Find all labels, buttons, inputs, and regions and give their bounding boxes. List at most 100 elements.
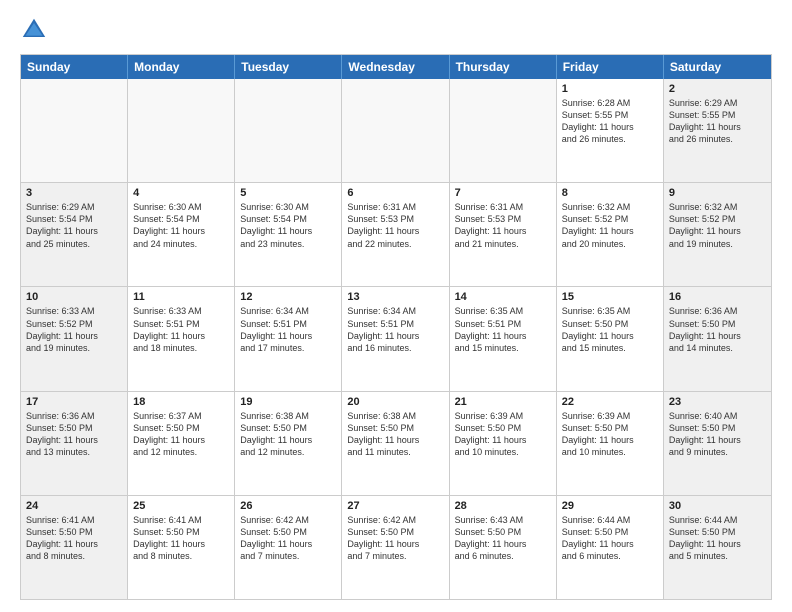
day-number: 18 bbox=[133, 396, 229, 408]
calendar-cell: 25 Sunrise: 6:41 AM Sunset: 5:50 PM Dayli… bbox=[128, 496, 235, 599]
day-info: Sunrise: 6:41 AM Sunset: 5:50 PM Dayligh… bbox=[133, 514, 229, 563]
day-number: 28 bbox=[455, 500, 551, 512]
day-number: 22 bbox=[562, 396, 658, 408]
day-info: Sunrise: 6:31 AM Sunset: 5:53 PM Dayligh… bbox=[347, 201, 443, 250]
weekday-header: Tuesday bbox=[235, 55, 342, 79]
weekday-header: Saturday bbox=[664, 55, 771, 79]
day-number: 29 bbox=[562, 500, 658, 512]
day-info: Sunrise: 6:44 AM Sunset: 5:50 PM Dayligh… bbox=[669, 514, 766, 563]
calendar-cell: 10 Sunrise: 6:33 AM Sunset: 5:52 PM Dayli… bbox=[21, 287, 128, 390]
day-info: Sunrise: 6:44 AM Sunset: 5:50 PM Dayligh… bbox=[562, 514, 658, 563]
calendar-cell bbox=[128, 79, 235, 182]
day-info: Sunrise: 6:31 AM Sunset: 5:53 PM Dayligh… bbox=[455, 201, 551, 250]
day-number: 30 bbox=[669, 500, 766, 512]
day-number: 3 bbox=[26, 187, 122, 199]
calendar-cell: 28 Sunrise: 6:43 AM Sunset: 5:50 PM Dayli… bbox=[450, 496, 557, 599]
day-info: Sunrise: 6:33 AM Sunset: 5:52 PM Dayligh… bbox=[26, 305, 122, 354]
day-number: 27 bbox=[347, 500, 443, 512]
weekday-header: Thursday bbox=[450, 55, 557, 79]
calendar-row: 3 Sunrise: 6:29 AM Sunset: 5:54 PM Daylig… bbox=[21, 182, 771, 286]
day-number: 24 bbox=[26, 500, 122, 512]
calendar-row: 17 Sunrise: 6:36 AM Sunset: 5:50 PM Dayli… bbox=[21, 391, 771, 495]
calendar-cell: 3 Sunrise: 6:29 AM Sunset: 5:54 PM Daylig… bbox=[21, 183, 128, 286]
calendar-row: 24 Sunrise: 6:41 AM Sunset: 5:50 PM Dayli… bbox=[21, 495, 771, 599]
day-info: Sunrise: 6:34 AM Sunset: 5:51 PM Dayligh… bbox=[347, 305, 443, 354]
calendar: SundayMondayTuesdayWednesdayThursdayFrid… bbox=[20, 54, 772, 600]
day-info: Sunrise: 6:37 AM Sunset: 5:50 PM Dayligh… bbox=[133, 410, 229, 459]
logo-icon bbox=[20, 16, 48, 44]
day-info: Sunrise: 6:36 AM Sunset: 5:50 PM Dayligh… bbox=[26, 410, 122, 459]
calendar-cell: 1 Sunrise: 6:28 AM Sunset: 5:55 PM Daylig… bbox=[557, 79, 664, 182]
day-info: Sunrise: 6:32 AM Sunset: 5:52 PM Dayligh… bbox=[669, 201, 766, 250]
day-number: 7 bbox=[455, 187, 551, 199]
header bbox=[20, 16, 772, 44]
calendar-cell bbox=[342, 79, 449, 182]
calendar-cell: 12Sunrise: 6:34 AM Sunset: 5:51 PM Dayli… bbox=[235, 287, 342, 390]
day-info: Sunrise: 6:36 AM Sunset: 5:50 PM Dayligh… bbox=[669, 305, 766, 354]
day-info: Sunrise: 6:34 AM Sunset: 5:51 PM Dayligh… bbox=[240, 305, 336, 354]
calendar-cell: 20 Sunrise: 6:38 AM Sunset: 5:50 PM Dayli… bbox=[342, 392, 449, 495]
day-info: Sunrise: 6:39 AM Sunset: 5:50 PM Dayligh… bbox=[455, 410, 551, 459]
calendar-row: 10 Sunrise: 6:33 AM Sunset: 5:52 PM Dayli… bbox=[21, 286, 771, 390]
calendar-cell: 6 Sunrise: 6:31 AM Sunset: 5:53 PM Daylig… bbox=[342, 183, 449, 286]
day-number: 17 bbox=[26, 396, 122, 408]
weekday-header: Wednesday bbox=[342, 55, 449, 79]
calendar-cell: 9Sunrise: 6:32 AM Sunset: 5:52 PM Daylig… bbox=[664, 183, 771, 286]
day-info: Sunrise: 6:35 AM Sunset: 5:51 PM Dayligh… bbox=[455, 305, 551, 354]
day-number: 16 bbox=[669, 291, 766, 303]
calendar-cell bbox=[235, 79, 342, 182]
calendar-cell: 11 Sunrise: 6:33 AM Sunset: 5:51 PM Dayli… bbox=[128, 287, 235, 390]
day-number: 8 bbox=[562, 187, 658, 199]
calendar-cell: 22 Sunrise: 6:39 AM Sunset: 5:50 PM Dayli… bbox=[557, 392, 664, 495]
calendar-cell: 5 Sunrise: 6:30 AM Sunset: 5:54 PM Daylig… bbox=[235, 183, 342, 286]
day-number: 6 bbox=[347, 187, 443, 199]
day-info: Sunrise: 6:39 AM Sunset: 5:50 PM Dayligh… bbox=[562, 410, 658, 459]
calendar-cell: 15 Sunrise: 6:35 AM Sunset: 5:50 PM Dayli… bbox=[557, 287, 664, 390]
calendar-cell: 24Sunrise: 6:41 AM Sunset: 5:50 PM Dayli… bbox=[21, 496, 128, 599]
calendar-cell: 7 Sunrise: 6:31 AM Sunset: 5:53 PM Daylig… bbox=[450, 183, 557, 286]
day-number: 25 bbox=[133, 500, 229, 512]
calendar-cell: 2Sunrise: 6:29 AM Sunset: 5:55 PM Daylig… bbox=[664, 79, 771, 182]
calendar-cell: 26 Sunrise: 6:42 AM Sunset: 5:50 PM Dayli… bbox=[235, 496, 342, 599]
calendar-body: 1 Sunrise: 6:28 AM Sunset: 5:55 PM Daylig… bbox=[21, 79, 771, 599]
day-number: 13 bbox=[347, 291, 443, 303]
day-info: Sunrise: 6:33 AM Sunset: 5:51 PM Dayligh… bbox=[133, 305, 229, 354]
calendar-cell bbox=[21, 79, 128, 182]
day-number: 21 bbox=[455, 396, 551, 408]
day-number: 26 bbox=[240, 500, 336, 512]
day-info: Sunrise: 6:30 AM Sunset: 5:54 PM Dayligh… bbox=[240, 201, 336, 250]
day-number: 20 bbox=[347, 396, 443, 408]
day-info: Sunrise: 6:30 AM Sunset: 5:54 PM Dayligh… bbox=[133, 201, 229, 250]
calendar-cell: 4Sunrise: 6:30 AM Sunset: 5:54 PM Daylig… bbox=[128, 183, 235, 286]
page: SundayMondayTuesdayWednesdayThursdayFrid… bbox=[0, 0, 792, 612]
weekday-header: Monday bbox=[128, 55, 235, 79]
day-info: Sunrise: 6:32 AM Sunset: 5:52 PM Dayligh… bbox=[562, 201, 658, 250]
day-info: Sunrise: 6:42 AM Sunset: 5:50 PM Dayligh… bbox=[347, 514, 443, 563]
day-number: 1 bbox=[562, 83, 658, 95]
calendar-cell bbox=[450, 79, 557, 182]
day-info: Sunrise: 6:42 AM Sunset: 5:50 PM Dayligh… bbox=[240, 514, 336, 563]
calendar-cell: 18 Sunrise: 6:37 AM Sunset: 5:50 PM Dayli… bbox=[128, 392, 235, 495]
calendar-cell: 16 Sunrise: 6:36 AM Sunset: 5:50 PM Dayli… bbox=[664, 287, 771, 390]
day-info: Sunrise: 6:40 AM Sunset: 5:50 PM Dayligh… bbox=[669, 410, 766, 459]
day-number: 5 bbox=[240, 187, 336, 199]
calendar-cell: 29 Sunrise: 6:44 AM Sunset: 5:50 PM Dayli… bbox=[557, 496, 664, 599]
day-info: Sunrise: 6:28 AM Sunset: 5:55 PM Dayligh… bbox=[562, 97, 658, 146]
day-info: Sunrise: 6:38 AM Sunset: 5:50 PM Dayligh… bbox=[347, 410, 443, 459]
calendar-row: 1 Sunrise: 6:28 AM Sunset: 5:55 PM Daylig… bbox=[21, 79, 771, 182]
day-number: 10 bbox=[26, 291, 122, 303]
logo bbox=[20, 16, 52, 44]
calendar-cell: 14 Sunrise: 6:35 AM Sunset: 5:51 PM Dayli… bbox=[450, 287, 557, 390]
calendar-cell: 23Sunrise: 6:40 AM Sunset: 5:50 PM Dayli… bbox=[664, 392, 771, 495]
calendar-cell: 17 Sunrise: 6:36 AM Sunset: 5:50 PM Dayli… bbox=[21, 392, 128, 495]
day-info: Sunrise: 6:43 AM Sunset: 5:50 PM Dayligh… bbox=[455, 514, 551, 563]
day-info: Sunrise: 6:35 AM Sunset: 5:50 PM Dayligh… bbox=[562, 305, 658, 354]
calendar-cell: 13 Sunrise: 6:34 AM Sunset: 5:51 PM Dayli… bbox=[342, 287, 449, 390]
day-number: 15 bbox=[562, 291, 658, 303]
day-info: Sunrise: 6:38 AM Sunset: 5:50 PM Dayligh… bbox=[240, 410, 336, 459]
calendar-cell: 27 Sunrise: 6:42 AM Sunset: 5:50 PM Dayli… bbox=[342, 496, 449, 599]
day-number: 11 bbox=[133, 291, 229, 303]
day-info: Sunrise: 6:29 AM Sunset: 5:54 PM Dayligh… bbox=[26, 201, 122, 250]
day-number: 14 bbox=[455, 291, 551, 303]
weekday-header: Sunday bbox=[21, 55, 128, 79]
